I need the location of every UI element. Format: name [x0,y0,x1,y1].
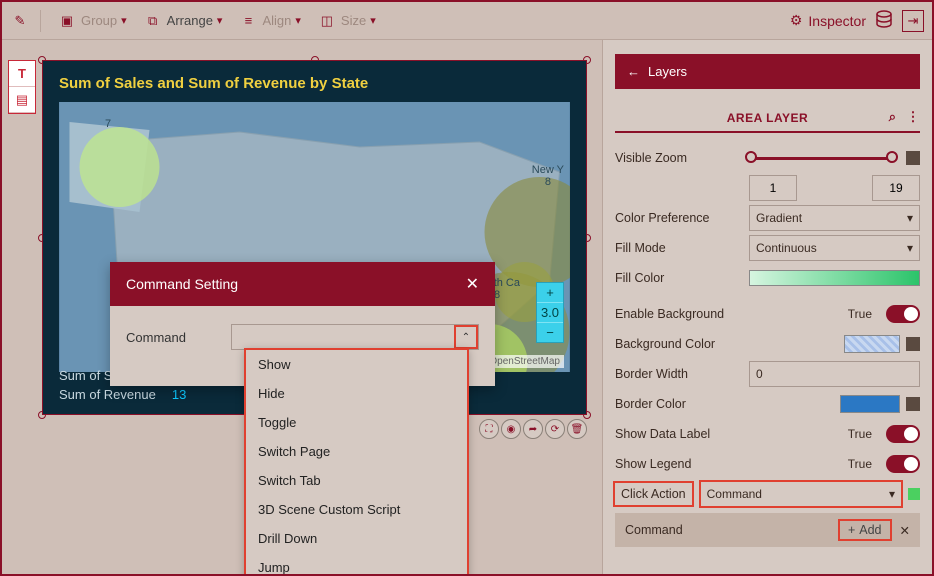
reset-swatch[interactable] [906,397,920,411]
option-hide[interactable]: Hide [246,379,467,408]
show-label-toggle[interactable] [886,425,920,443]
enable-bg-toggle[interactable] [886,305,920,323]
trash-icon[interactable]: 🗑 [567,419,587,439]
zoom-slider[interactable] [749,157,894,160]
option-drill-down[interactable]: Drill Down [246,524,467,553]
size-label: Size [341,13,366,28]
color-pref-label: Color Preference [615,211,741,225]
widget-actions: ⛶ ◉ ➦ ⟳ 🗑 [479,419,587,439]
zoom-out-button[interactable]: − [537,323,563,342]
group-menu[interactable]: ▣ Group ▾ [51,7,133,35]
fill-color-label: Fill Color [615,271,741,285]
arrange-label: Arrange [167,13,213,28]
arrange-menu[interactable]: ⧉ Arrange ▾ [137,7,229,35]
option-3d-script[interactable]: 3D Scene Custom Script [246,495,467,524]
arrange-icon: ⧉ [143,11,163,31]
chevron-down-icon: ▾ [217,14,223,27]
fill-color-swatch[interactable] [749,270,920,286]
gear-icon: ⚙ [790,12,803,29]
share-icon[interactable]: ➦ [523,419,543,439]
color-pref-select[interactable]: Gradient▾ [749,205,920,231]
border-color-swatch[interactable] [840,395,900,413]
border-color-label: Border Color [615,397,741,411]
chevron-down-icon: ▾ [121,14,127,27]
database-icon [874,9,894,32]
show-legend-label: Show Legend [615,457,741,471]
click-action-select[interactable]: Command▾ [700,481,902,507]
layers-bar[interactable]: ← Layers [615,54,920,89]
filter-icon[interactable]: T [9,61,35,87]
collapse-panel-button[interactable]: ⇥ [902,10,924,32]
layers-label: Layers [648,64,687,79]
group-icon: ▣ [57,11,77,31]
more-icon[interactable]: ⋮ [907,109,921,125]
command-label: Command [126,330,221,345]
refresh-icon[interactable]: ⟳ [545,419,565,439]
chevron-down-icon: ▾ [889,487,895,501]
border-width-input[interactable]: 0 [749,361,920,387]
chevron-down-icon: ▾ [907,211,913,225]
add-command-button[interactable]: +Add [838,519,892,541]
size-icon: ◫ [317,11,337,31]
zoom-in-button[interactable]: + [537,283,563,303]
border-width-label: Border Width [615,367,741,381]
align-menu[interactable]: ≡ Align ▾ [232,7,306,35]
bg-color-swatch[interactable] [844,335,900,353]
option-switch-page[interactable]: Switch Page [246,437,467,466]
bg-color-label: Background Color [615,337,741,351]
widget-title: Sum of Sales and Sum of Revenue by State [43,61,586,102]
reset-swatch[interactable] [906,337,920,351]
command-select[interactable]: ⌃ [231,324,479,350]
canvas-area[interactable]: T ▤ Sum of Sales and Sum of Revenue by S… [2,40,602,574]
chevron-down-icon: ▾ [907,241,913,255]
left-rail: T ▤ [8,60,36,114]
map-label-ny: New Y8 [532,164,564,188]
chevron-down-icon: ▾ [295,14,301,27]
inspector-panel: ← Layers AREA LAYER ⌕ ⋮ Visible Zoom [602,40,932,574]
zoom-control: + 3.0 − [536,282,564,343]
command-row: Command +Add ✕ [615,513,920,547]
option-show[interactable]: Show [246,350,467,379]
reset-swatch[interactable] [906,151,920,165]
fullscreen-icon[interactable]: ⛶ [479,419,499,439]
command-dropdown: Show Hide Toggle Switch Page Switch Tab … [244,348,469,574]
zoom-min-input[interactable] [749,175,797,201]
status-indicator [908,488,920,500]
eye-icon[interactable]: ◉ [501,419,521,439]
data-tab[interactable] [874,9,894,32]
map-label-wa: 7 [105,118,111,130]
align-label: Align [262,13,291,28]
chevron-up-icon[interactable]: ⌃ [454,325,478,349]
inspector-label: Inspector [808,13,866,29]
size-menu[interactable]: ◫ Size ▾ [311,7,382,35]
option-toggle[interactable]: Toggle [246,408,467,437]
inspector-tab[interactable]: ⚙ Inspector [790,12,866,29]
section-title: AREA LAYER ⌕ ⋮ [615,101,920,133]
zoom-max-input[interactable] [872,175,920,201]
enable-bg-label: Enable Background [615,307,741,321]
align-icon: ≡ [238,11,258,31]
option-switch-tab[interactable]: Switch Tab [246,466,467,495]
fill-mode-select[interactable]: Continuous▾ [749,235,920,261]
search-icon[interactable]: ⌕ [889,109,897,125]
top-toolbar: ✎ ▣ Group ▾ ⧉ Arrange ▾ ≡ Align ▾ ◫ Size… [2,2,932,40]
close-icon[interactable]: ✕ [466,274,479,294]
magic-wand-icon[interactable]: ✎ [10,11,30,31]
plus-icon: + [848,523,855,537]
chevron-down-icon: ▾ [370,14,376,27]
visible-zoom-label: Visible Zoom [615,151,741,165]
show-label-label: Show Data Label [615,427,741,441]
list-icon[interactable]: ▤ [9,87,35,113]
show-legend-toggle[interactable] [886,455,920,473]
click-action-label: Click Action [615,483,692,505]
popup-title: Command Setting [126,276,238,292]
close-icon[interactable]: ✕ [900,523,910,538]
fill-mode-label: Fill Mode [615,241,741,255]
zoom-level: 3.0 [537,303,563,323]
group-label: Group [81,13,117,28]
command-label: Command [625,523,683,537]
option-jump[interactable]: Jump [246,553,467,574]
back-arrow-icon[interactable]: ← [627,64,640,79]
